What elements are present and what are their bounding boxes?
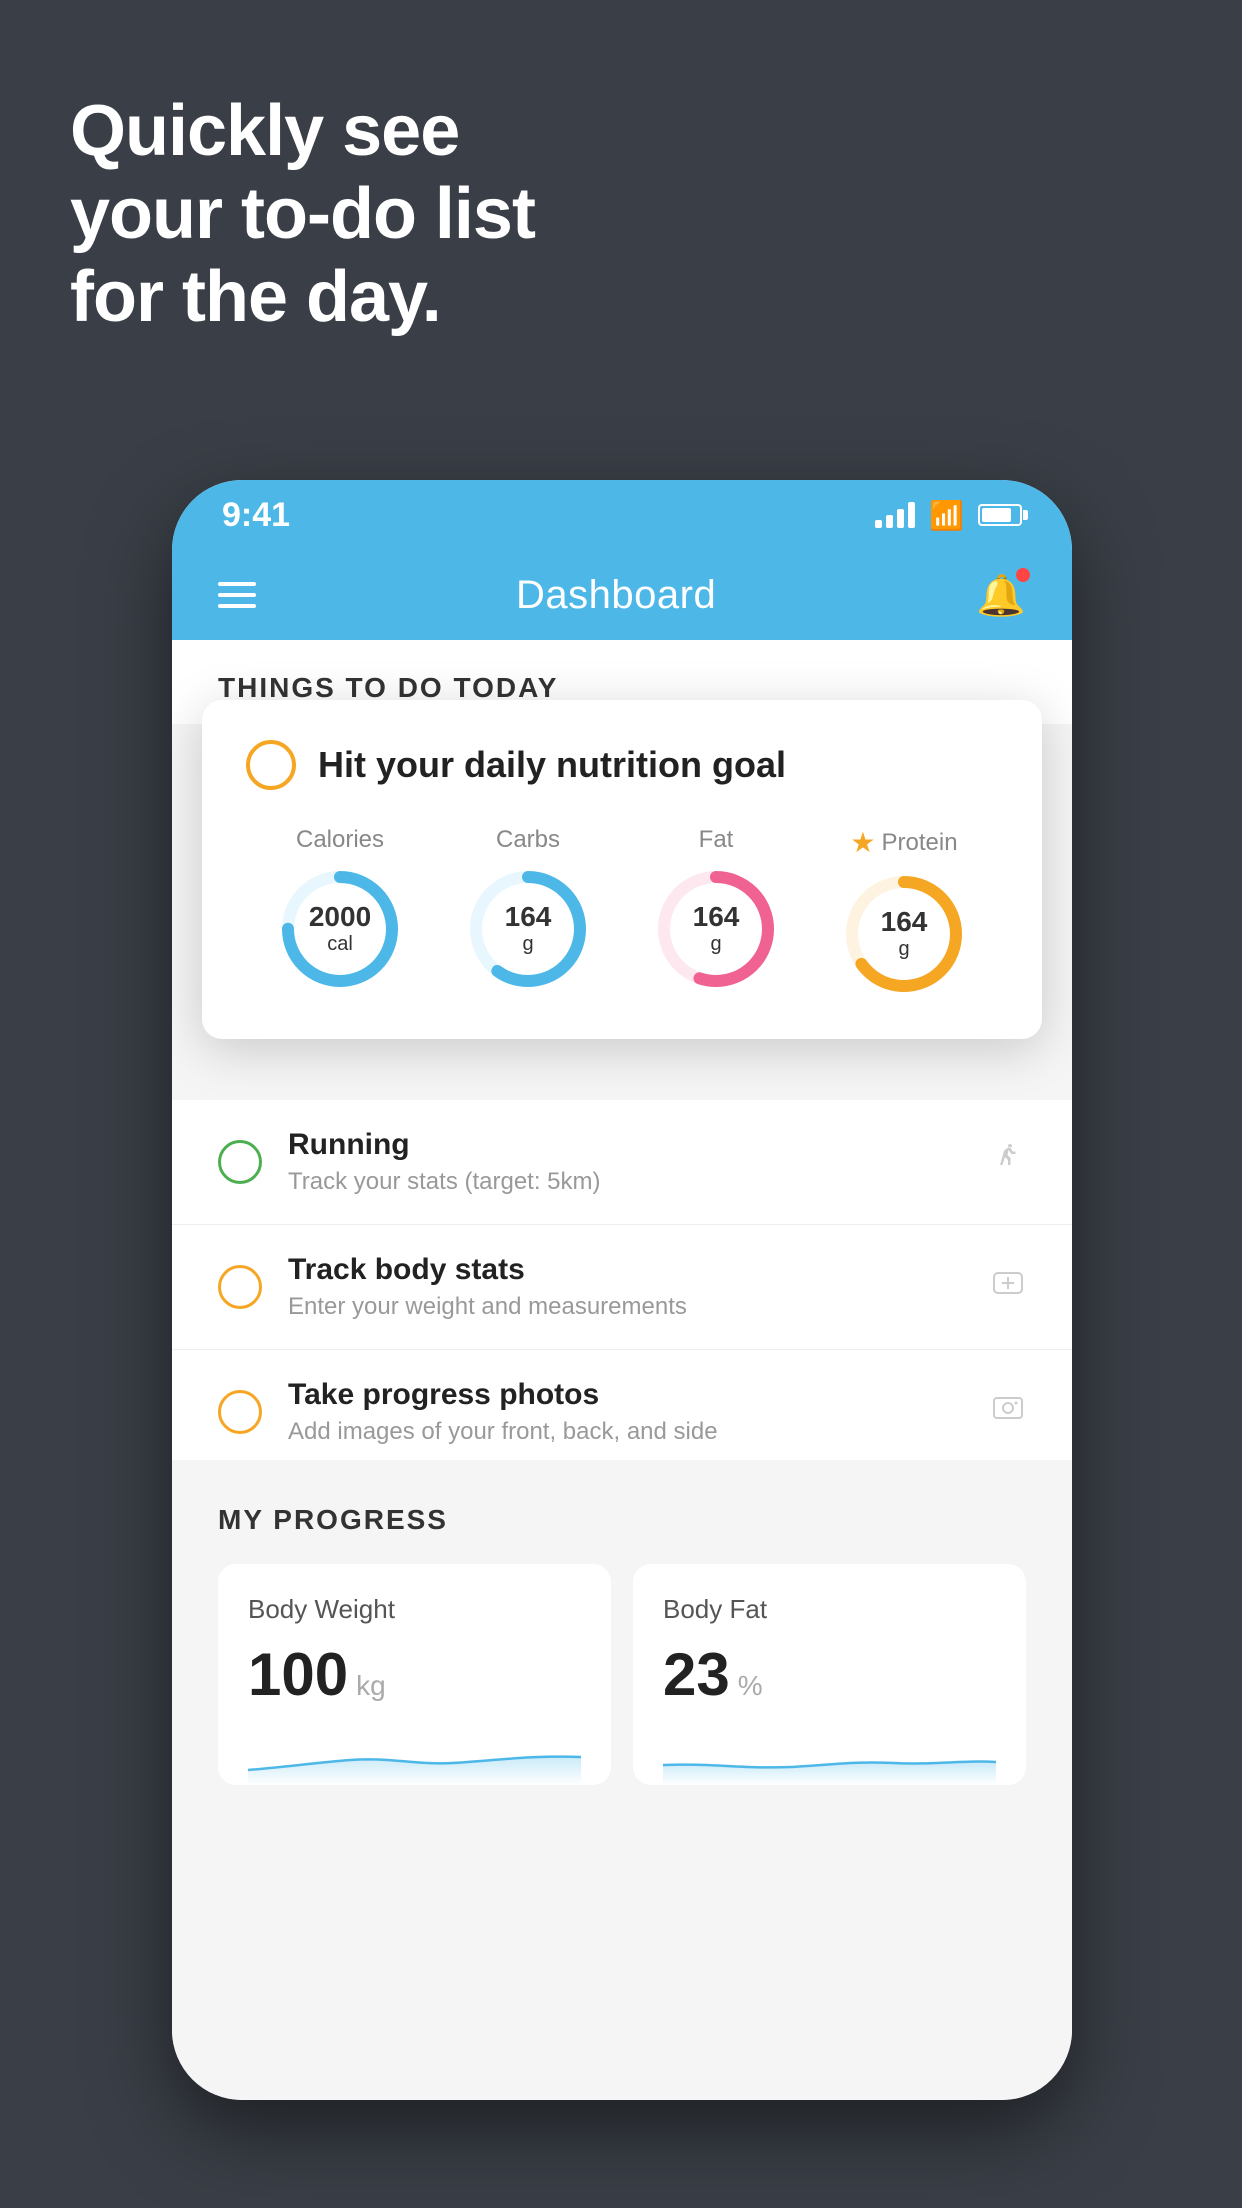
progress-title: MY PROGRESS xyxy=(218,1504,1026,1536)
nutrition-card: Hit your daily nutrition goal Calories 2… xyxy=(202,700,1042,1039)
hero-line1: Quickly see xyxy=(70,90,535,173)
wifi-icon: 📶 xyxy=(929,499,964,532)
body-weight-chart xyxy=(248,1725,581,1785)
app-header: Dashboard 🔔 xyxy=(172,550,1072,640)
protein-value: 164 g xyxy=(881,907,928,961)
todo-subtitle-body-stats: Enter your weight and measurements xyxy=(288,1293,964,1321)
todo-checkbox-photos[interactable] xyxy=(218,1390,262,1434)
status-bar: 9:41 📶 xyxy=(172,480,1072,550)
photo-icon xyxy=(990,1390,1026,1435)
body-weight-number: 100 xyxy=(248,1645,348,1705)
todo-item-running[interactable]: Running Track your stats (target: 5km) xyxy=(172,1100,1072,1225)
scale-icon xyxy=(990,1265,1026,1310)
todo-title-running: Running xyxy=(288,1128,964,1162)
nutrition-calories: Calories 2000 cal xyxy=(275,826,405,994)
protein-label: ★ Protein xyxy=(850,826,957,859)
nutrition-carbs: Carbs 164 g xyxy=(463,826,593,994)
body-weight-card: Body Weight 100 kg xyxy=(218,1564,611,1785)
protein-donut: 164 g xyxy=(839,869,969,999)
todo-item-body-stats[interactable]: Track body stats Enter your weight and m… xyxy=(172,1225,1072,1350)
nutrition-protein: ★ Protein 164 g xyxy=(839,826,969,999)
calories-label: Calories xyxy=(296,826,384,854)
body-fat-value: 23 % xyxy=(663,1645,996,1705)
todo-subtitle-photos: Add images of your front, back, and side xyxy=(288,1418,964,1446)
hero-line2: your to-do list xyxy=(70,173,535,256)
nutrition-row: Calories 2000 cal Carbs xyxy=(246,826,998,999)
fat-label: Fat xyxy=(699,826,734,854)
body-fat-unit: % xyxy=(738,1670,763,1702)
menu-button[interactable] xyxy=(218,582,256,608)
todo-item-photos[interactable]: Take progress photos Add images of your … xyxy=(172,1350,1072,1475)
progress-section: MY PROGRESS Body Weight 100 kg xyxy=(172,1460,1072,1785)
todo-title-photos: Take progress photos xyxy=(288,1378,964,1412)
todo-checkbox-running[interactable] xyxy=(218,1140,262,1184)
todo-title-body-stats: Track body stats xyxy=(288,1253,964,1287)
todo-text-body-stats: Track body stats Enter your weight and m… xyxy=(288,1253,964,1321)
carbs-label: Carbs xyxy=(496,826,560,854)
phone-frame: 9:41 📶 Dashboard 🔔 THINGS TO DO TODAY xyxy=(172,480,1072,2100)
signal-icon xyxy=(875,502,915,528)
body-fat-label: Body Fat xyxy=(663,1594,996,1625)
todo-list: Running Track your stats (target: 5km) T… xyxy=(172,1100,1072,1475)
running-icon xyxy=(990,1140,1026,1185)
fat-value: 164 g xyxy=(693,902,740,956)
carbs-donut: 164 g xyxy=(463,864,593,994)
body-fat-card: Body Fat 23 % xyxy=(633,1564,1026,1785)
body-fat-number: 23 xyxy=(663,1645,730,1705)
progress-cards: Body Weight 100 kg xyxy=(218,1564,1026,1785)
star-icon: ★ xyxy=(850,826,875,859)
todo-subtitle-running: Track your stats (target: 5km) xyxy=(288,1168,964,1196)
todo-text-running: Running Track your stats (target: 5km) xyxy=(288,1128,964,1196)
hero-line3: for the day. xyxy=(70,256,535,339)
header-title: Dashboard xyxy=(516,573,716,618)
task-checkbox[interactable] xyxy=(246,740,296,790)
notification-button[interactable]: 🔔 xyxy=(976,572,1026,619)
body-weight-value: 100 kg xyxy=(248,1645,581,1705)
battery-icon xyxy=(978,504,1022,526)
calories-value: 2000 cal xyxy=(309,902,371,956)
body-fat-chart xyxy=(663,1725,996,1785)
phone-content: THINGS TO DO TODAY Hit your daily nutrit… xyxy=(172,640,1072,2100)
carbs-value: 164 g xyxy=(505,902,552,956)
notification-dot xyxy=(1016,568,1030,582)
nutrition-fat: Fat 164 g xyxy=(651,826,781,994)
fat-donut: 164 g xyxy=(651,864,781,994)
todo-text-photos: Take progress photos Add images of your … xyxy=(288,1378,964,1446)
status-icons: 📶 xyxy=(875,499,1022,532)
nutrition-card-title: Hit your daily nutrition goal xyxy=(318,744,786,786)
card-header: Hit your daily nutrition goal xyxy=(246,740,998,790)
hero-text: Quickly see your to-do list for the day. xyxy=(70,90,535,338)
calories-donut: 2000 cal xyxy=(275,864,405,994)
body-weight-label: Body Weight xyxy=(248,1594,581,1625)
todo-checkbox-body-stats[interactable] xyxy=(218,1265,262,1309)
status-time: 9:41 xyxy=(222,496,290,535)
body-weight-unit: kg xyxy=(356,1670,386,1702)
